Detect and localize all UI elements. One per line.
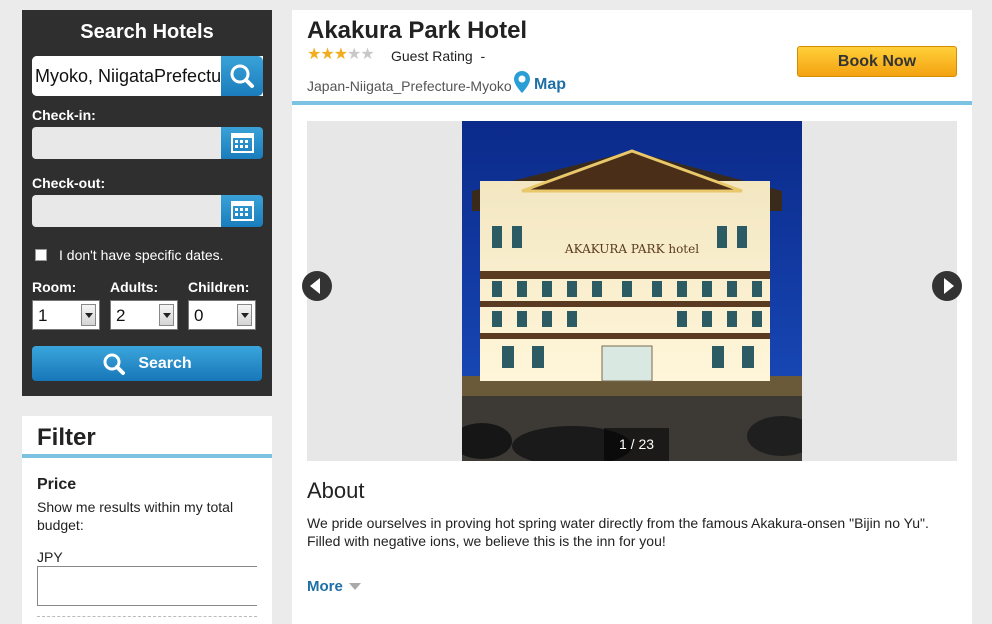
room-select-value: 1 <box>38 306 48 325</box>
checkout-label: Check-out: <box>32 175 106 191</box>
hotel-location: Japan-Niigata_Prefecture-Myoko <box>307 78 512 94</box>
destination-field-group <box>32 56 263 96</box>
checkin-label: Check-in: <box>32 107 96 123</box>
calendar-icon <box>231 133 254 153</box>
map-pin-icon[interactable] <box>513 70 531 94</box>
chevron-down-icon <box>348 583 361 590</box>
guest-rating: Guest Rating - <box>391 48 485 64</box>
no-dates-label: I don't have specific dates. <box>59 247 224 263</box>
about-text: We pride ourselves in proving hot spring… <box>307 515 929 549</box>
filter-title: Filter <box>22 416 272 458</box>
more-link[interactable]: More <box>307 578 361 595</box>
divider <box>37 616 257 617</box>
chevron-left-icon[interactable] <box>301 270 333 302</box>
budget-input[interactable] <box>37 566 257 606</box>
guest-rating-label: Guest Rating <box>391 48 473 64</box>
hotel-name: Akakura Park Hotel <box>307 17 528 44</box>
children-label: Children: <box>188 279 250 295</box>
no-dates-checkbox[interactable] <box>35 249 47 261</box>
checkout-field-group <box>32 195 263 227</box>
children-select[interactable]: 0 <box>188 300 256 330</box>
currency-label: JPY <box>37 549 63 565</box>
search-button[interactable]: Search <box>32 346 262 381</box>
room-label: Room: <box>32 279 77 295</box>
room-select[interactable]: 1 <box>32 300 100 330</box>
chevron-right-icon[interactable] <box>931 270 963 302</box>
checkin-field-group <box>32 127 263 159</box>
star-icon: ★ <box>360 46 374 63</box>
star-icon: ★ <box>347 46 361 63</box>
chevron-down-icon[interactable] <box>237 304 252 326</box>
adults-select-value: 2 <box>116 306 126 325</box>
chevron-down-icon[interactable] <box>159 304 174 326</box>
price-title: Price <box>37 476 77 493</box>
more-link-label: More <box>307 578 343 595</box>
about-title: About <box>307 478 365 503</box>
star-icon: ★ <box>320 46 334 63</box>
photo-counter: 1 / 23 <box>604 428 669 461</box>
adults-select[interactable]: 2 <box>110 300 178 330</box>
checkin-calendar-button[interactable] <box>221 127 263 159</box>
photo-gallery: AKAKURA PARK hotel 1 / 23 <box>302 121 962 461</box>
star-icon: ★ <box>307 46 321 63</box>
adults-label: Adults: <box>110 279 159 295</box>
book-now-button[interactable]: Book Now <box>797 46 957 77</box>
children-select-value: 0 <box>194 306 204 325</box>
hotel-sign: AKAKURA PARK hotel <box>564 242 699 256</box>
header-divider <box>292 101 972 105</box>
map-link[interactable]: Map <box>534 76 566 94</box>
calendar-icon <box>231 201 254 221</box>
star-icon: ★ <box>333 46 348 63</box>
destination-search-button[interactable] <box>221 56 263 96</box>
filter-panel: Filter Price Show me results within my t… <box>22 416 272 624</box>
search-panel: Search Hotels Check-in: Check-out: <box>22 10 272 396</box>
search-title: Search Hotels <box>80 21 214 43</box>
search-icon <box>103 353 126 375</box>
chevron-down-icon[interactable] <box>81 304 96 326</box>
guest-rating-value: - <box>480 48 486 64</box>
search-icon <box>230 64 254 88</box>
no-dates-row: I don't have specific dates. <box>35 247 224 263</box>
checkout-calendar-button[interactable] <box>221 195 263 227</box>
price-description: Show me results within my total budget: <box>37 499 234 533</box>
checkout-input[interactable] <box>32 195 221 227</box>
hotel-detail-panel: Akakura Park Hotel ★★★★★ Guest Rating - … <box>292 10 972 624</box>
search-button-label: Search <box>138 354 192 372</box>
destination-input[interactable] <box>32 56 221 96</box>
star-rating: ★★★★★ <box>307 44 375 64</box>
checkin-input[interactable] <box>32 127 221 159</box>
hotel-photo[interactable]: AKAKURA PARK hotel <box>462 121 802 461</box>
